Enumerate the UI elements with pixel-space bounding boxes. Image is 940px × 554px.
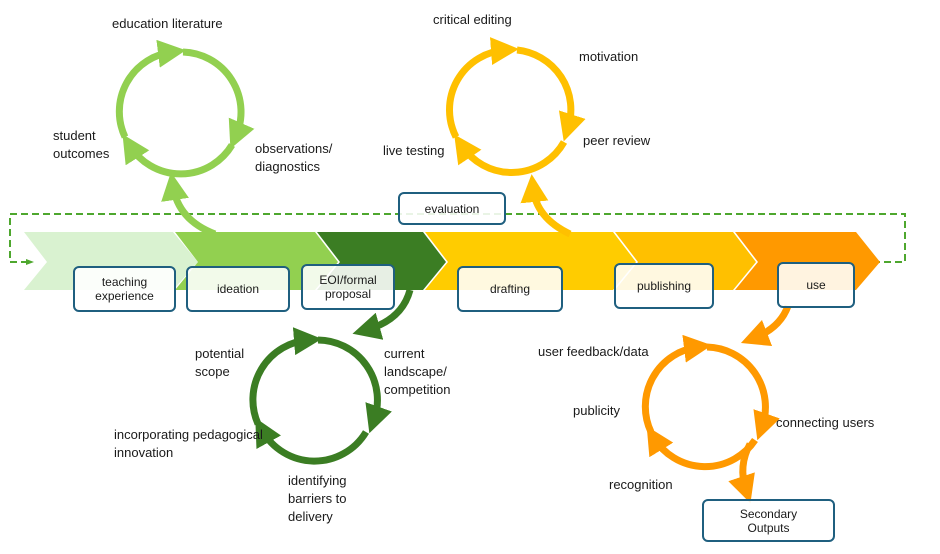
secondary-outputs-box[interactable]: Secondary Outputs [702, 499, 835, 542]
ideation-cycle-arc-2 [122, 134, 235, 178]
stage-box-ideation[interactable]: ideation [186, 266, 290, 312]
ideation-cycle-arc-1 [182, 48, 255, 149]
use-cycle-arc-2 [646, 426, 758, 471]
label-motivation: motivation [579, 49, 639, 64]
label-identifying-barriers: identifying barriers to delivery [288, 473, 347, 524]
ideation-connector [161, 172, 217, 238]
label-publicity: publicity [573, 403, 620, 418]
stage-box-use[interactable]: use [777, 262, 855, 308]
label-student-outcomes: student outcomes [53, 128, 110, 161]
evaluation-box[interactable]: evaluation [398, 192, 506, 225]
label-potential-scope: potential scope [195, 346, 245, 379]
stage-box-drafting[interactable]: drafting [457, 266, 563, 312]
use-connector [740, 304, 792, 347]
ideation-cycle-arc-3 [115, 39, 186, 139]
drafting-cycle-arc-1 [516, 46, 586, 142]
ideation-cycle [115, 39, 255, 238]
stage-box-publishing[interactable]: publishing [614, 263, 714, 309]
label-pedagogical-innovation: incorporating pedagogical innovation [114, 427, 263, 460]
drafting-cycle-arc-2 [454, 134, 568, 176]
drafting-cycle-arc-3 [446, 37, 519, 139]
label-education-literature: education literature [112, 16, 223, 31]
label-peer-review: peer review [583, 133, 651, 148]
label-recognition: recognition [609, 477, 673, 492]
stage-box-proposal[interactable]: EOI/formal proposal [301, 264, 395, 310]
label-user-feedback: user feedback/data [538, 344, 649, 359]
secondary-output-connector [728, 442, 755, 504]
use-cycle [641, 304, 792, 504]
label-critical-editing: critical editing [433, 12, 512, 27]
label-observations-diagnostics: observations/ diagnostics [255, 141, 333, 174]
stage-box-teaching[interactable]: teaching experience [73, 266, 176, 312]
label-current-landscape: current landscape/ competition [384, 346, 451, 397]
proposal-cycle-arc-3 [249, 327, 322, 426]
drafting-connector [520, 174, 572, 238]
use-cycle-arc-1 [706, 343, 780, 441]
proposal-cycle-arc-2 [255, 417, 369, 465]
use-cycle-arc-3 [641, 334, 712, 434]
label-connecting-users: connecting users [776, 415, 875, 430]
label-live-testing: live testing [383, 143, 445, 158]
proposal-cycle-arc-1 [317, 336, 392, 434]
